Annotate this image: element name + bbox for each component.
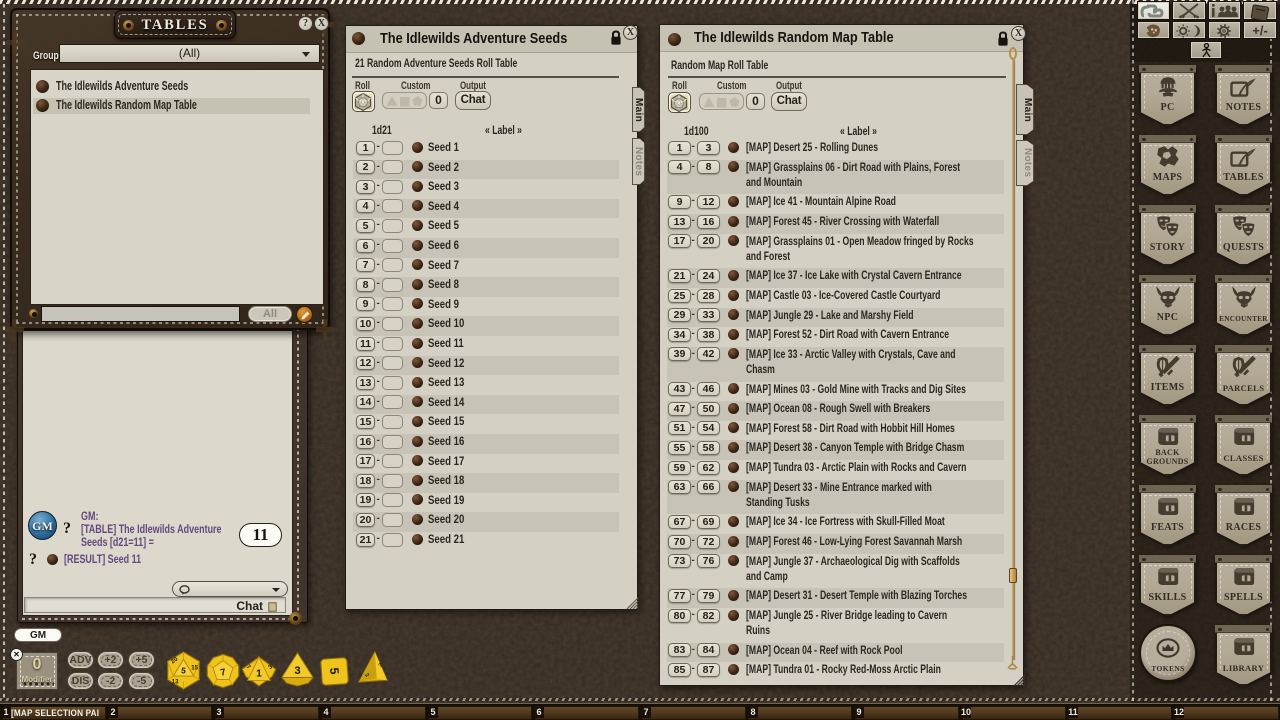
svg-text:3: 3 [294,665,300,677]
svg-text:15: 15 [191,666,198,672]
svg-text:13: 13 [172,680,179,686]
svg-text:1: 1 [256,669,262,680]
